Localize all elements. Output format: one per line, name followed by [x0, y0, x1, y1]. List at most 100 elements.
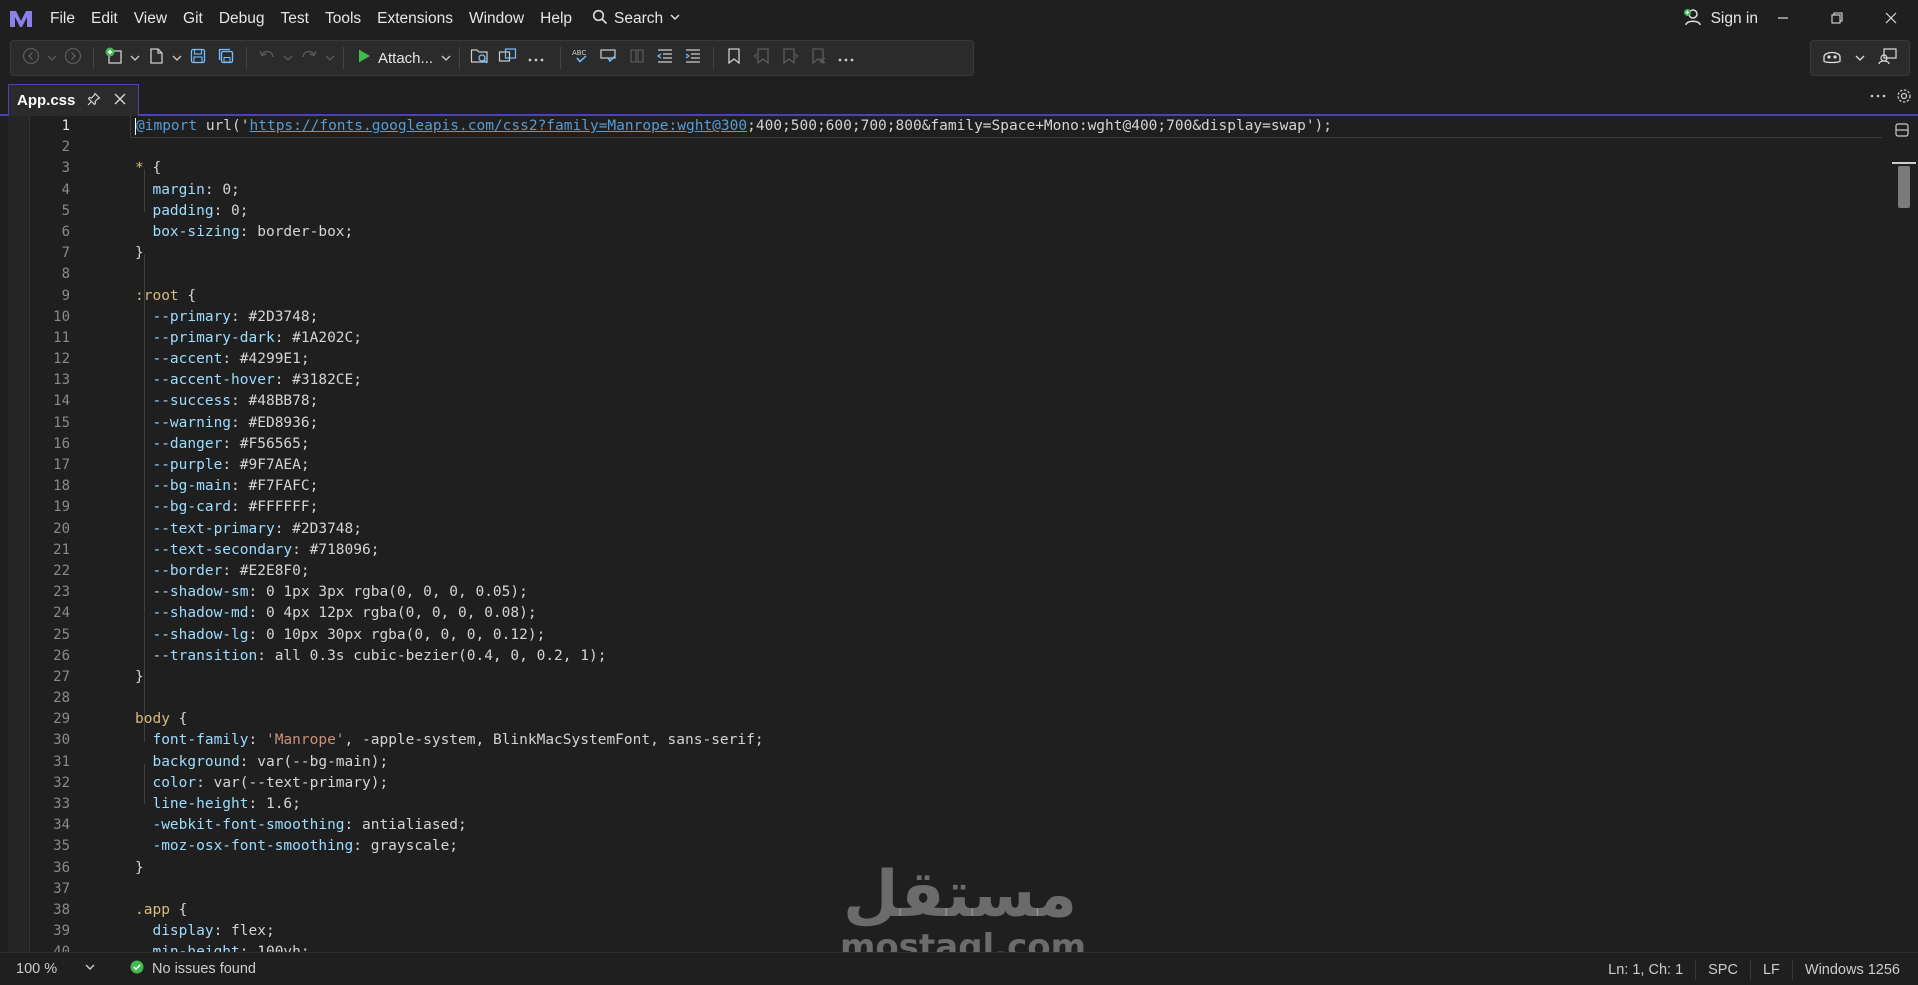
menu-view[interactable]: View: [126, 0, 175, 38]
search-button[interactable]: Search: [584, 9, 689, 30]
uncomment-button[interactable]: [623, 44, 651, 72]
code-line[interactable]: margin: 0;: [135, 180, 1885, 201]
tab-overflow-button[interactable]: [1870, 88, 1886, 108]
code-line[interactable]: [135, 137, 1885, 158]
copilot-dropdown[interactable]: [1853, 44, 1867, 72]
undo-dropdown[interactable]: [281, 44, 295, 72]
code-line[interactable]: --success: #48BB78;: [135, 391, 1885, 412]
redo-button[interactable]: [295, 44, 323, 72]
vertical-scrollbar[interactable]: [1882, 116, 1918, 952]
browser-link-button[interactable]: [494, 44, 522, 72]
pin-tab-button[interactable]: [84, 91, 104, 111]
menu-items: File Edit View Git Debug Test Tools Exte…: [42, 0, 580, 38]
tab-app-css[interactable]: App.css: [8, 84, 139, 116]
menu-window[interactable]: Window: [461, 0, 532, 38]
issues-indicator[interactable]: No issues found: [130, 960, 256, 978]
code-line[interactable]: --text-primary: #2D3748;: [135, 519, 1885, 540]
code-line[interactable]: padding: 0;: [135, 201, 1885, 222]
code-line[interactable]: --purple: #9F7AEA;: [135, 455, 1885, 476]
previous-bookmark-button[interactable]: [748, 44, 776, 72]
code-line[interactable]: --bg-card: #FFFFFF;: [135, 497, 1885, 518]
code-line[interactable]: }: [135, 243, 1885, 264]
code-line[interactable]: --primary: #2D3748;: [135, 307, 1885, 328]
code-line[interactable]: [135, 264, 1885, 285]
toggle-bookmark-button[interactable]: [720, 44, 748, 72]
copilot-button[interactable]: [1818, 44, 1846, 72]
navigate-back-button[interactable]: [17, 44, 45, 72]
new-project-dropdown[interactable]: [128, 44, 142, 72]
code-line[interactable]: }: [135, 667, 1885, 688]
code-line[interactable]: line-height: 1.6;: [135, 794, 1885, 815]
spell-check-button[interactable]: ABC: [567, 44, 595, 72]
file-encoding[interactable]: Windows 1256: [1791, 959, 1912, 980]
menu-test[interactable]: Test: [273, 0, 317, 38]
save-all-button[interactable]: [212, 44, 240, 72]
navigate-forward-button[interactable]: [59, 44, 87, 72]
code-line[interactable]: --warning: #ED8936;: [135, 413, 1885, 434]
menu-file[interactable]: File: [42, 0, 83, 38]
split-editor-button[interactable]: [1894, 122, 1910, 142]
cursor-position[interactable]: Ln: 1, Ch: 1: [1596, 960, 1695, 980]
code-line[interactable]: body {: [135, 709, 1885, 730]
more-options-button[interactable]: [832, 44, 860, 72]
code-line[interactable]: --bg-main: #F7FAFC;: [135, 476, 1885, 497]
whitespace-mode[interactable]: SPC: [1695, 959, 1750, 980]
minimize-button[interactable]: [1756, 0, 1810, 38]
open-file-button[interactable]: [142, 44, 170, 72]
close-tab-button[interactable]: [110, 91, 130, 111]
attach-button[interactable]: Attach...: [350, 44, 439, 72]
code-line[interactable]: :root {: [135, 286, 1885, 307]
tab-settings-button[interactable]: [1896, 88, 1912, 108]
scroll-thumb[interactable]: [1898, 166, 1910, 208]
undo-button[interactable]: [253, 44, 281, 72]
back-dropdown[interactable]: [45, 44, 59, 72]
menu-edit[interactable]: Edit: [83, 0, 126, 38]
code-line[interactable]: --shadow-lg: 0 10px 30px rgba(0, 0, 0, 0…: [135, 625, 1885, 646]
open-file-dropdown[interactable]: [170, 44, 184, 72]
code-line[interactable]: box-sizing: border-box;: [135, 222, 1885, 243]
code-line[interactable]: --danger: #F56565;: [135, 434, 1885, 455]
code-line[interactable]: font-family: 'Manrope', -apple-system, B…: [135, 730, 1885, 751]
code-line[interactable]: background: var(--bg-main);: [135, 752, 1885, 773]
comment-icon: [599, 47, 619, 69]
close-window-button[interactable]: [1864, 0, 1918, 38]
attach-dropdown[interactable]: [439, 44, 453, 72]
menu-debug[interactable]: Debug: [211, 0, 273, 38]
redo-dropdown[interactable]: [323, 44, 337, 72]
more-options-button[interactable]: [522, 44, 550, 72]
menu-extensions[interactable]: Extensions: [369, 0, 461, 38]
line-ending[interactable]: LF: [1749, 959, 1792, 980]
code-line[interactable]: --shadow-sm: 0 1px 3px rgba(0, 0, 0, 0.0…: [135, 582, 1885, 603]
code-line[interactable]: -webkit-font-smoothing: antialiased;: [135, 815, 1885, 836]
next-bookmark-button[interactable]: [776, 44, 804, 72]
code-line[interactable]: --border: #E2E8F0;: [135, 561, 1885, 582]
code-line[interactable]: --shadow-md: 0 4px 12px rgba(0, 0, 0, 0.…: [135, 603, 1885, 624]
code-line[interactable]: -moz-osx-font-smoothing: grayscale;: [135, 836, 1885, 857]
clear-bookmarks-button[interactable]: [804, 44, 832, 72]
save-button[interactable]: [184, 44, 212, 72]
code-area[interactable]: @import url('https://fonts.googleapis.co…: [130, 116, 1892, 952]
indent-button[interactable]: [679, 44, 707, 72]
new-project-button[interactable]: [100, 44, 128, 72]
sign-in-button[interactable]: Sign in: [1683, 0, 1758, 38]
minimize-icon: [1777, 11, 1789, 28]
comment-button[interactable]: [595, 44, 623, 72]
outdent-button[interactable]: [651, 44, 679, 72]
live-share-button[interactable]: [1874, 44, 1902, 72]
code-line[interactable]: --accent-hover: #3182CE;: [135, 370, 1885, 391]
menu-tools[interactable]: Tools: [317, 0, 369, 38]
code-line[interactable]: @import url('https://fonts.googleapis.co…: [130, 116, 1892, 139]
restore-button[interactable]: [1810, 0, 1864, 38]
zoom-dropdown[interactable]: 100 %: [16, 957, 98, 981]
code-line[interactable]: [135, 688, 1885, 709]
find-in-files-button[interactable]: [466, 44, 494, 72]
menu-help[interactable]: Help: [532, 0, 580, 38]
code-line[interactable]: --primary-dark: #1A202C;: [135, 328, 1885, 349]
code-editor[interactable]: 1 2 3 4 5 6 7 8 9 10 11 12 13 14 15 16 17 18 19 20 21 22 23 24 2…: [8, 116, 1918, 952]
code-line[interactable]: --accent: #4299E1;: [135, 349, 1885, 370]
code-line[interactable]: * {: [135, 158, 1885, 179]
code-line[interactable]: --text-secondary: #718096;: [135, 540, 1885, 561]
code-line[interactable]: color: var(--text-primary);: [135, 773, 1885, 794]
menu-git[interactable]: Git: [175, 0, 211, 38]
code-line[interactable]: --transition: all 0.3s cubic-bezier(0.4,…: [135, 646, 1885, 667]
